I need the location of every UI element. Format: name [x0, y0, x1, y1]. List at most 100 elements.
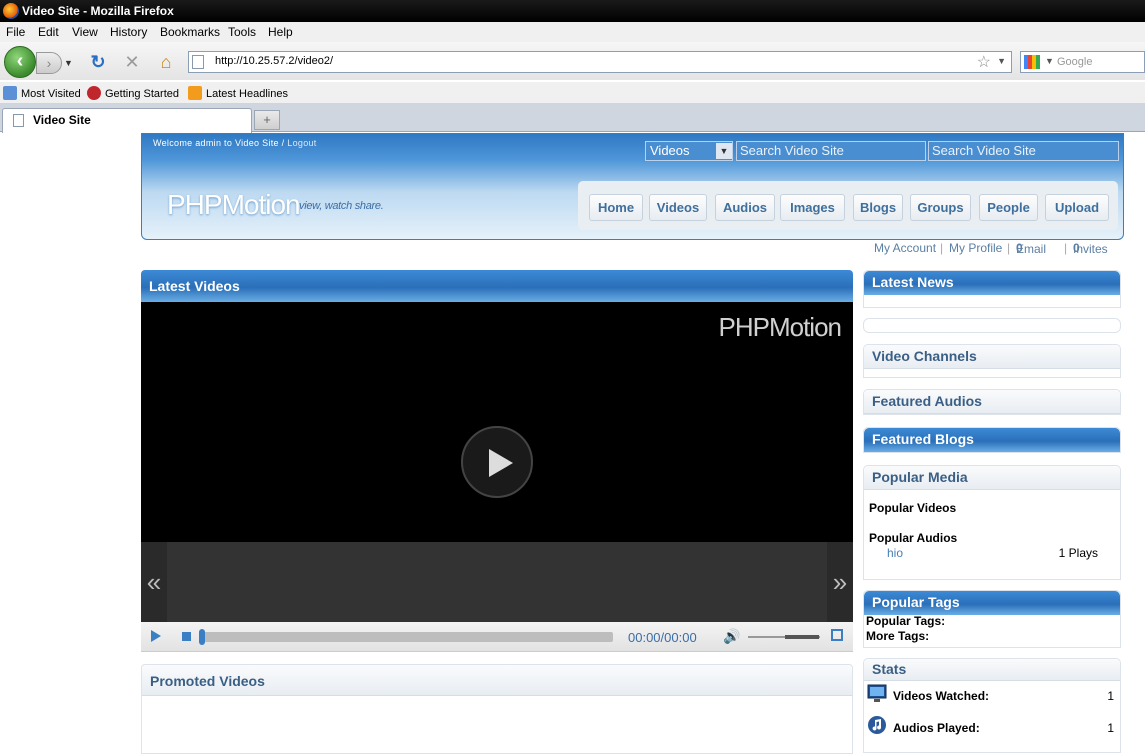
- email-link[interactable]: Email 0: [1016, 241, 1046, 256]
- chevron-down-icon: ▼: [716, 143, 732, 159]
- reload-icon[interactable]: ↻: [88, 52, 108, 72]
- nav-audios[interactable]: Audios: [715, 194, 775, 221]
- nav-people[interactable]: People: [979, 194, 1038, 221]
- site-header: Welcome admin to Video Site / Logout Vid…: [141, 133, 1124, 240]
- search-engine-dropdown-icon[interactable]: ▼: [1045, 56, 1054, 66]
- popular-audio-link[interactable]: hio: [887, 546, 903, 560]
- url-dropdown-icon[interactable]: ▼: [997, 56, 1006, 66]
- featured-audios-header: Featured Audios: [864, 390, 1120, 414]
- search-placeholder: Google: [1057, 56, 1093, 68]
- nav-upload[interactable]: Upload: [1045, 194, 1109, 221]
- back-button[interactable]: ‹: [4, 46, 36, 78]
- music-note-icon: [868, 716, 886, 734]
- latest-news-header: Latest News: [864, 271, 1120, 295]
- videos-watched-label: Videos Watched:: [893, 689, 990, 703]
- window-title: Video Site - Mozilla Firefox: [22, 4, 174, 18]
- home-icon[interactable]: ⌂: [156, 52, 176, 72]
- url-bar[interactable]: http://10.25.57.2/video2/ ☆ ▼: [188, 51, 1012, 73]
- fullscreen-icon[interactable]: [831, 629, 843, 641]
- video-player[interactable]: PHPMotion: [141, 302, 853, 542]
- bookmark-most-visited[interactable]: Most Visited: [3, 86, 81, 100]
- menu-view[interactable]: View: [72, 25, 98, 39]
- nav-blogs[interactable]: Blogs: [853, 194, 903, 221]
- videos-watched-count: 1: [1107, 689, 1114, 703]
- volume-icon[interactable]: 🔊: [723, 628, 740, 645]
- nav-groups[interactable]: Groups: [910, 194, 971, 221]
- logo-tagline: view, watch share.: [299, 200, 384, 212]
- promoted-videos-panel: Promoted Videos: [141, 664, 853, 754]
- player-controls: 00:00/00:00 🔊: [141, 622, 853, 652]
- logout-link[interactable]: Logout: [287, 138, 316, 148]
- menu-file[interactable]: File: [6, 25, 25, 39]
- featured-audios-panel: Featured Audios: [863, 389, 1121, 415]
- video-channels-header: Video Channels: [864, 345, 1120, 369]
- invites-link[interactable]: Invites 0: [1073, 241, 1108, 256]
- search-type-select[interactable]: Videos ▼: [645, 141, 733, 161]
- playback-time: 00:00/00:00: [628, 630, 697, 645]
- carousel-next-button[interactable]: »: [827, 542, 853, 622]
- promoted-videos-title: Promoted Videos: [150, 673, 265, 689]
- stop-button-icon[interactable]: [182, 632, 191, 641]
- phpmotion-logo[interactable]: PHPMotion: [167, 189, 301, 221]
- video-carousel: « »: [141, 542, 853, 622]
- tab-page-icon: [13, 114, 24, 127]
- popular-tags-label: Popular Tags:: [866, 614, 946, 628]
- volume-level[interactable]: [785, 635, 819, 639]
- seek-handle[interactable]: [199, 629, 205, 645]
- stop-icon[interactable]: ✕: [122, 52, 142, 72]
- bookmark-latest-headlines[interactable]: Latest Headlines: [188, 86, 288, 100]
- site-search-input-1[interactable]: Search Video Site: [736, 141, 926, 161]
- popular-tags-panel: Popular Tags Popular Tags: More Tags:: [863, 590, 1121, 648]
- featured-blogs-header: Featured Blogs: [864, 428, 1120, 452]
- getting-started-icon: [87, 86, 101, 100]
- new-tab-button[interactable]: +: [254, 110, 280, 130]
- browser-search-box[interactable]: ▼ Google: [1020, 51, 1145, 73]
- monitor-icon: [867, 684, 887, 702]
- forward-arrow-icon: ›: [46, 55, 52, 71]
- bookmarks-toolbar: Most Visited Getting Started Latest Head…: [0, 82, 1145, 104]
- popular-media-header: Popular Media: [864, 466, 1120, 490]
- welcome-line: Welcome admin to Video Site / Logout: [153, 138, 317, 148]
- seek-bar[interactable]: [199, 632, 613, 642]
- history-dropdown-icon[interactable]: ▼: [64, 58, 73, 68]
- audios-played-label: Audios Played:: [893, 721, 980, 735]
- menu-bar: File Edit View History Bookmarks Tools H…: [0, 22, 1145, 42]
- back-arrow-icon: ‹: [16, 50, 24, 72]
- forward-button[interactable]: ›: [36, 52, 62, 74]
- welcome-text: Welcome admin to Video Site: [153, 138, 279, 148]
- url-text: http://10.25.57.2/video2/: [215, 55, 334, 67]
- menu-history[interactable]: History: [110, 25, 147, 39]
- more-tags-label: More Tags:: [866, 629, 930, 643]
- firefox-logo-icon: [3, 3, 19, 19]
- my-account-link[interactable]: My Account: [874, 241, 936, 255]
- my-profile-link[interactable]: My Profile: [949, 241, 1002, 255]
- google-icon[interactable]: [1024, 55, 1040, 69]
- stats-header: Stats: [864, 659, 1120, 681]
- tab-video-site[interactable]: Video Site: [2, 108, 252, 133]
- popular-audios-label: Popular Audios: [869, 531, 958, 545]
- bookmark-getting-started[interactable]: Getting Started: [87, 86, 179, 100]
- latest-news-panel: Latest News: [863, 270, 1121, 308]
- bookmark-star-icon[interactable]: ☆: [977, 52, 991, 72]
- nav-videos[interactable]: Videos: [649, 194, 707, 221]
- play-icon[interactable]: [461, 426, 533, 498]
- tab-bar: Video Site +: [0, 104, 1145, 133]
- rss-feed-icon: [188, 86, 202, 100]
- nav-images[interactable]: Images: [780, 194, 845, 221]
- nav-home[interactable]: Home: [589, 194, 643, 221]
- tab-title: Video Site: [33, 113, 91, 127]
- menu-help[interactable]: Help: [268, 25, 293, 39]
- latest-videos-title: Latest Videos: [149, 278, 240, 294]
- stats-panel: Stats Videos Watched: 1 Audios Played: 1: [863, 658, 1121, 753]
- popular-videos-label: Popular Videos: [869, 501, 957, 515]
- menu-tools[interactable]: Tools: [228, 25, 256, 39]
- window-titlebar: Video Site - Mozilla Firefox: [0, 0, 1145, 22]
- menu-edit[interactable]: Edit: [38, 25, 59, 39]
- menu-bookmarks[interactable]: Bookmarks: [160, 25, 220, 39]
- page-icon: [192, 55, 204, 69]
- featured-blogs-panel: Featured Blogs: [863, 427, 1121, 453]
- popular-audio-plays: 1 Plays: [1058, 546, 1098, 560]
- play-button-icon[interactable]: [151, 630, 161, 642]
- carousel-prev-button[interactable]: «: [141, 542, 167, 622]
- site-search-input-2[interactable]: Search Video Site: [928, 141, 1119, 161]
